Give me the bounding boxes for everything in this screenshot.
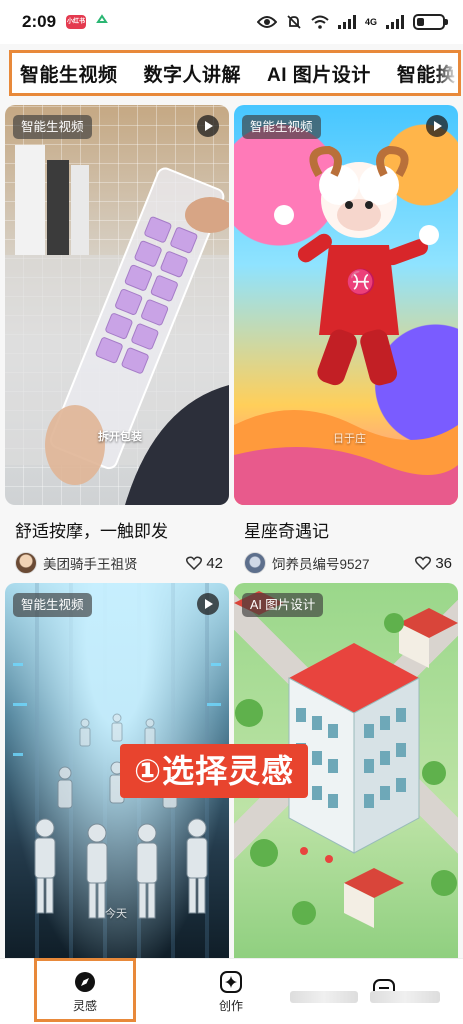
mute-icon [287,15,301,29]
tab-smart-video[interactable]: 智能生视频 [20,60,118,87]
card-type-badge: 智能生视频 [13,593,92,617]
status-bar: 2:09 小红书 4G [0,0,463,44]
card-meta: 美团骑手王祖贤 42 [15,552,229,574]
compass-icon [75,971,95,992]
bottom-nav: 灵感 创作 [0,958,463,1024]
play-icon[interactable] [426,115,448,137]
signal-icon [337,15,356,29]
image-caption: 今天 [105,908,127,920]
card-thumbnail[interactable]: ♓ 智能生视频 日于庄 [234,105,458,505]
like-button[interactable]: 36 [415,555,452,572]
status-icons: 4G [256,14,448,30]
product-illustration [5,145,229,505]
play-icon[interactable] [197,115,219,137]
play-icon[interactable] [197,593,219,615]
wifi-icon [311,15,329,29]
avatar[interactable] [244,552,266,574]
author-name[interactable]: 饲养员编号9527 [272,553,370,573]
card-type-badge: 智能生视频 [242,115,321,139]
card-meta: 饲养员编号9527 36 [244,552,458,574]
instruction-banner: ①选择灵感 [120,744,309,798]
network-type: 4G [364,16,377,27]
nav-label: 灵感 [72,998,97,1013]
tab-digital-human[interactable]: 数字人讲解 [144,60,242,87]
card-type-badge: AI 图片设计 [242,593,324,617]
tabs-fade [436,53,458,93]
like-button[interactable]: 42 [186,555,223,572]
sparkle-icon [220,970,242,993]
card-title[interactable]: 舒适按摩，一触即发 [15,517,229,542]
image-caption: 日于庄 [333,433,366,445]
svg-text:♓: ♓ [346,268,376,296]
feed-card[interactable]: 智能生视频 拆开包装 舒适按摩，一触即发 美团骑手王祖贤 42 [5,105,229,574]
eye-icon [256,16,277,28]
nav-label: 创作 [218,998,243,1013]
status-time: 2:09 [22,12,57,31]
tab-ai-image-design[interactable]: AI 图片设计 [267,60,371,87]
heart-icon [415,556,432,570]
app-notification-icon: 小红书 [66,15,87,29]
feed-card[interactable]: ♓ 智能生视频 日于庄 星座奇遇记 饲养员编号9527 36 [234,105,458,574]
blurred-area [370,991,440,1003]
image-caption: 拆开包装 [98,431,142,443]
likes-count: 42 [206,554,223,572]
recycle-icon [96,14,108,23]
card-thumbnail[interactable]: 智能生视频 拆开包装 [5,105,229,505]
card-title[interactable]: 星座奇遇记 [244,517,458,542]
card-type-badge: 智能生视频 [13,115,92,139]
likes-count: 36 [435,554,452,572]
battery-icon [413,14,448,30]
avatar[interactable] [15,552,37,574]
blurred-area [290,991,358,1003]
signal-icon-2 [386,15,404,29]
category-tabs: 智能生视频 数字人讲解 AI 图片设计 智能换 [9,50,461,96]
nav-inspiration[interactable]: 灵感 [35,959,135,1024]
nav-create[interactable]: 创作 [181,959,281,1024]
author-name[interactable]: 美团骑手王祖贤 [43,553,138,573]
heart-icon [186,556,203,570]
